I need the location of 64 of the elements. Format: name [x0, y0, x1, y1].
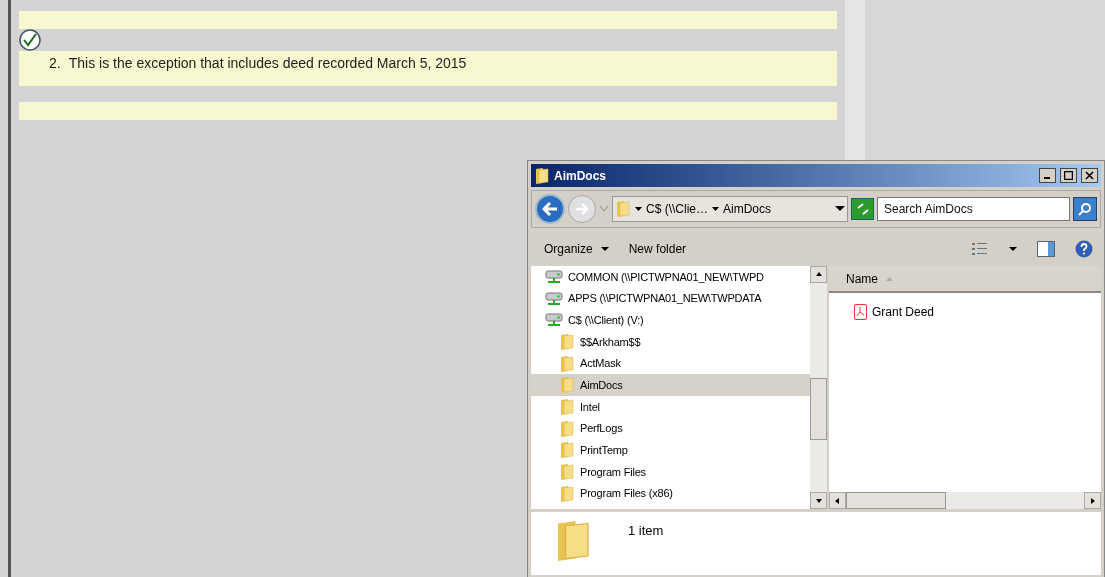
folder-icon: [559, 332, 575, 351]
scrollbar-thumb[interactable]: [846, 492, 946, 509]
search-button[interactable]: [1073, 197, 1097, 221]
status-text: 1 item: [628, 522, 664, 540]
tree-item[interactable]: AimDocs: [531, 374, 810, 397]
toolbar-button[interactable]: New folder: [628, 240, 687, 258]
breadcrumb[interactable]: AimDocs: [712, 200, 772, 218]
file-item[interactable]: Grant Deed: [854, 303, 1101, 321]
item-number: 2.: [49, 54, 61, 73]
network-drive-icon: [545, 268, 563, 285]
folder-icon: [559, 441, 575, 460]
tree-item[interactable]: $$Arkham$$: [531, 331, 810, 353]
folder-icon: [559, 463, 575, 482]
scrollbar-thumb[interactable]: [810, 378, 827, 440]
tree-item[interactable]: APPS (\\PICTWPNA01_NEW\TWPDATA: [531, 287, 810, 310]
tree-item[interactable]: ActMask: [531, 352, 810, 375]
network-drive-icon: [545, 290, 563, 307]
vertical-scrollbar[interactable]: [810, 266, 827, 509]
tree-item[interactable]: Program Files: [531, 461, 810, 483]
maximize-icon: [1064, 171, 1073, 180]
preview-pane-icon[interactable]: [1037, 241, 1055, 257]
caret-icon[interactable]: [835, 206, 845, 212]
scroll-right-button[interactable]: [1084, 492, 1101, 509]
right-arrow-icon: [575, 203, 589, 215]
tree-item[interactable]: Program Files (x86): [531, 482, 810, 505]
help-icon[interactable]: [1075, 240, 1093, 258]
breadcrumb[interactable]: C$ (\\Clie…: [635, 200, 708, 218]
scroll-left-button[interactable]: [829, 492, 846, 509]
pdf-icon: [854, 304, 867, 320]
tree-item[interactable]: PrintTemp: [531, 439, 810, 462]
tree-item[interactable]: PerfLogs: [531, 417, 810, 440]
close-icon: [1085, 171, 1094, 180]
folder-icon: [559, 354, 575, 373]
search-icon: [1078, 202, 1092, 216]
tree-item[interactable]: COMMON (\\PICTWPNA01_NEW\TWPD: [531, 266, 810, 288]
address-bar[interactable]: C$ (\\Clie… AimDocs: [612, 196, 848, 222]
tree-item[interactable]: C$ (\\Client) (V:): [531, 309, 810, 332]
back-button[interactable]: [535, 194, 565, 224]
search-field[interactable]: Search AimDocs: [877, 197, 1070, 221]
network-drive-icon: [545, 312, 563, 329]
window-title: AimDocs: [554, 167, 606, 185]
column-header[interactable]: Name: [846, 269, 893, 288]
folder-icon: [559, 419, 575, 438]
tree-item[interactable]: Intel: [531, 396, 810, 418]
sort-arrow-icon: [886, 276, 893, 281]
folder-icon: [615, 200, 631, 218]
exception-text: This is the exception that includes deed recorded March 5, 2015: [68, 54, 467, 73]
left-arrow-icon: [542, 202, 558, 216]
folder-icon: [559, 484, 575, 503]
refresh-button[interactable]: [851, 198, 874, 220]
scroll-up-button[interactable]: [810, 266, 827, 283]
scroll-down-button[interactable]: [810, 492, 827, 509]
folder-icon: [559, 376, 575, 395]
caret-icon: [712, 206, 719, 212]
toolbar-button[interactable]: Organize: [544, 240, 609, 258]
maximize-button[interactable]: [1060, 168, 1077, 183]
horizontal-scrollbar[interactable]: [829, 492, 1101, 509]
folder-icon: [559, 397, 575, 416]
caret-icon[interactable]: [1009, 246, 1017, 252]
folder-icon: [534, 166, 550, 185]
minimize-button[interactable]: [1039, 168, 1056, 183]
caret-icon: [635, 206, 642, 212]
view-list-icon[interactable]: [971, 242, 989, 256]
close-button[interactable]: [1081, 168, 1098, 183]
